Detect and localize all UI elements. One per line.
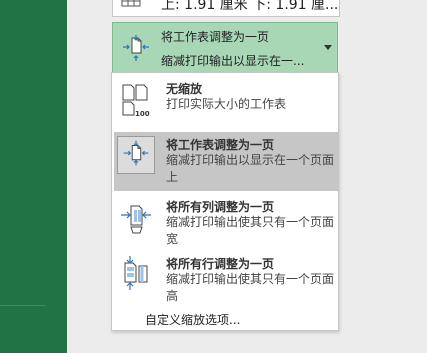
scaling-dropdown[interactable]: 将工作表调整为一页 缩减打印输出以显示在一... [112, 22, 338, 73]
menu-item-title: 将工作表调整为一页 [166, 138, 275, 152]
menu-item-title: 将所有行调整为一页 [166, 257, 275, 271]
no-scaling-icon-label: 100 [135, 110, 150, 118]
scaling-menu: 100 无缩放 打印实际大小的工作表 将工作表调整为一页 缩减打印输出以显示在一… [111, 72, 339, 331]
fit-sheet-icon-box [117, 136, 155, 174]
fit-sheet-one-page-icon [123, 35, 149, 61]
menu-item-desc: 打印实际大小的工作表 [166, 97, 287, 111]
fit-rows-one-page-icon [124, 256, 148, 290]
custom-scaling-options-label: 自定义缩放选项... [145, 313, 241, 327]
menu-item-fit-rows-one-page[interactable]: 将所有行调整为一页 缩减打印输出使其只有一个页面高 [114, 251, 338, 307]
fit-rows-icon-box [117, 255, 155, 293]
menu-item-no-scaling[interactable]: 100 无缩放 打印实际大小的工作表 [114, 76, 338, 128]
chevron-down-icon [324, 45, 332, 50]
nav-divider [0, 305, 46, 306]
backstage-nav-panel [0, 0, 67, 353]
menu-item-desc: 缩减打印输出使其只有一个页面宽 [166, 215, 335, 246]
menu-item-fit-sheet-one-page[interactable]: 将工作表调整为一页 缩减打印输出以显示在一个页面上 [114, 132, 338, 191]
custom-scaling-options-link[interactable]: 自定义缩放选项... [111, 310, 339, 330]
no-scaling-icon-box: 100 [117, 80, 155, 118]
scaling-dropdown-subtitle: 缩减打印输出以显示在一... [161, 54, 305, 68]
margins-value: 上: 1.91 厘米 下: 1.91 厘... [161, 0, 339, 13]
margins-dropdown[interactable]: 上: 1.91 厘米 下: 1.91 厘... [112, 0, 340, 17]
menu-item-desc: 缩减打印输出以显示在一个页面上 [166, 153, 335, 184]
menu-item-desc: 缩减打印输出使其只有一个页面高 [166, 272, 335, 303]
scaling-dropdown-title: 将工作表调整为一页 [161, 30, 270, 44]
fit-columns-one-page-icon [121, 205, 151, 234]
menu-item-title: 无缩放 [166, 82, 203, 96]
margins-icon [121, 0, 141, 7]
fit-columns-icon-box [117, 198, 155, 236]
menu-item-fit-columns-one-page[interactable]: 将所有列调整为一页 缩减打印输出使其只有一个页面宽 [114, 194, 338, 250]
fit-sheet-one-page-icon [123, 140, 149, 166]
no-scaling-icon: 100 [122, 84, 150, 118]
menu-item-title: 将所有列调整为一页 [166, 200, 275, 214]
